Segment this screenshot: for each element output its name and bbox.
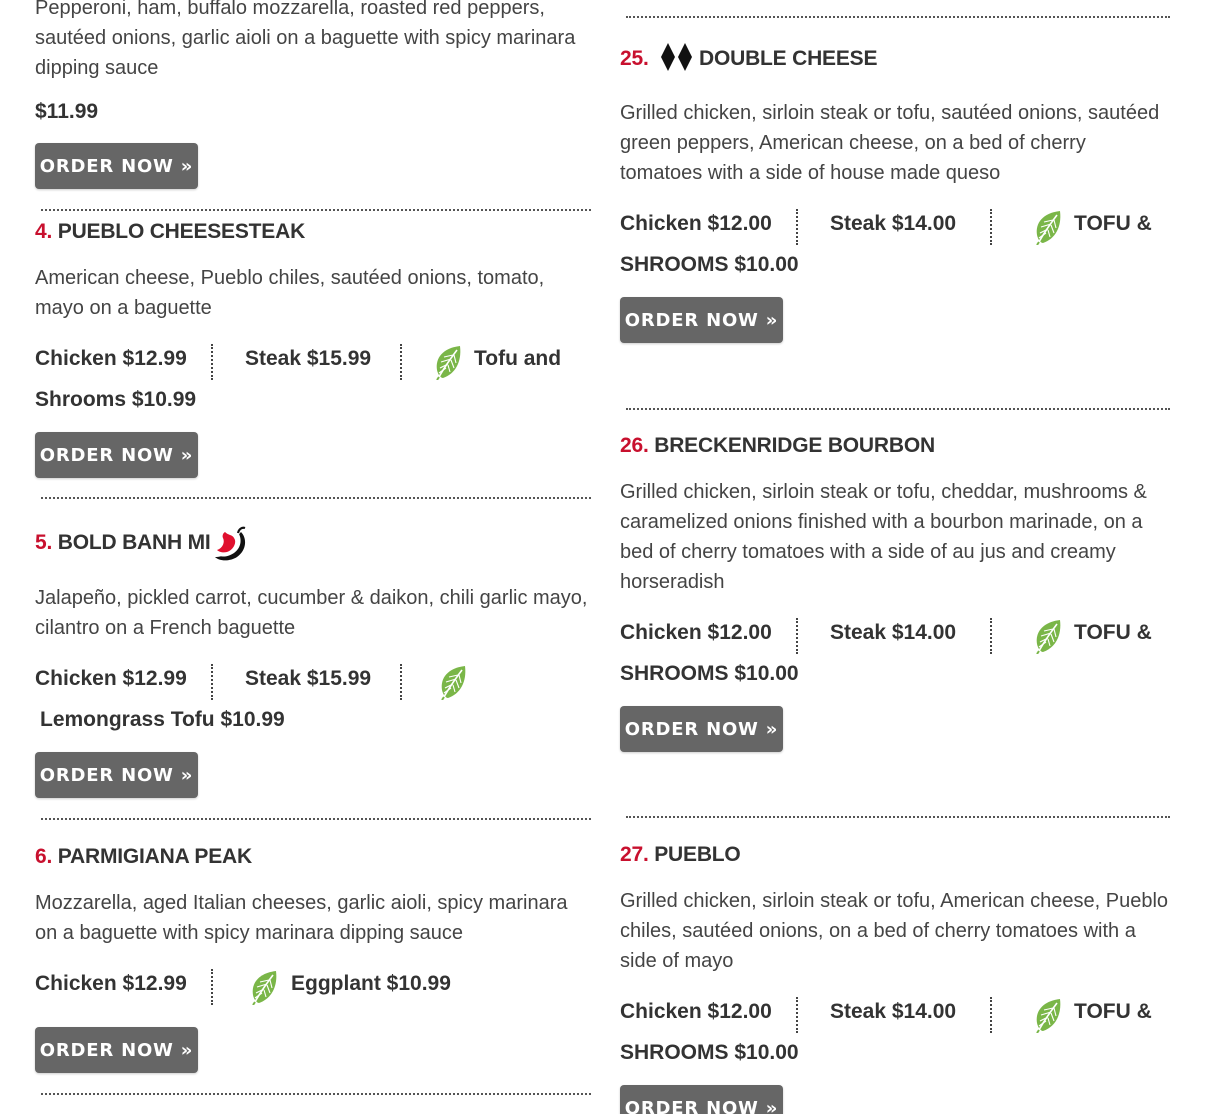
price-separator	[990, 209, 992, 245]
chicken-price: Chicken $12.00	[620, 1000, 772, 1023]
item-description: American cheese, Pueblo chiles, sautéed …	[35, 267, 545, 319]
order-now-button[interactable]: ORDER NOW »	[620, 1085, 783, 1114]
item-name: BOLD BANH MI	[57, 531, 211, 554]
vegetarian-leaf-icon	[1033, 209, 1063, 245]
price-separator	[796, 209, 798, 245]
price-separator	[796, 997, 798, 1033]
chicken-price: Chicken $12.99	[35, 667, 187, 690]
price-separator	[211, 344, 213, 380]
price-separator	[400, 664, 402, 700]
item-number: 26.	[620, 434, 649, 457]
steak-price: Steak $14.00	[830, 1000, 957, 1023]
price-separator	[990, 618, 992, 654]
vegetarian-price: Lemongrass Tofu $10.99	[40, 708, 285, 731]
steak-price: Steak $14.00	[830, 621, 957, 644]
item-number: 6.	[35, 845, 53, 868]
divider	[626, 408, 1170, 410]
price-separator	[211, 969, 213, 1005]
order-now-button[interactable]: ORDER NOW »	[35, 752, 198, 798]
vegetarian-leaf-icon	[433, 344, 463, 380]
item-description: Jalapeño, pickled carrot, cucumber & dai…	[35, 587, 588, 639]
chicken-price: Chicken $12.00	[620, 212, 772, 235]
item-title: 26. BRECKENRIDGE BOURBON	[620, 434, 935, 458]
vegetarian-price: Tofu and	[474, 347, 562, 370]
item-number: 4.	[35, 220, 53, 243]
chili-pepper-icon	[215, 526, 246, 561]
vegetarian-leaf-icon	[438, 664, 468, 700]
item-price: $11.99	[35, 100, 99, 123]
item-name: PUEBLO	[654, 843, 741, 866]
order-now-button[interactable]: ORDER NOW »	[35, 1027, 198, 1073]
order-now-button[interactable]: ORDER NOW »	[35, 432, 198, 478]
price-separator	[400, 344, 402, 380]
vegetarian-price: TOFU &	[1074, 1000, 1152, 1023]
divider	[626, 16, 1170, 18]
item-number: 27.	[620, 843, 649, 866]
price-separator	[990, 997, 992, 1033]
item-number: 5.	[35, 531, 53, 554]
item-name: DOUBLE CHEESE	[699, 47, 878, 70]
vegetarian-price: SHROOMS $10.00	[620, 662, 799, 685]
steak-price: Steak $14.00	[830, 212, 957, 235]
steak-price: Steak $15.99	[245, 667, 372, 690]
vegetarian-price: SHROOMS $10.00	[620, 253, 799, 276]
item-name: BRECKENRIDGE BOURBON	[654, 434, 935, 457]
divider	[41, 1093, 591, 1095]
item-description: Mozzarella, aged Italian cheeses, garlic…	[35, 892, 568, 944]
item-description: Grilled chicken, sirloin steak or tofu, …	[620, 481, 1147, 593]
item-name: PARMIGIANA PEAK	[57, 845, 252, 868]
price-separator	[211, 664, 213, 700]
item-number: 25.	[620, 47, 649, 70]
divider	[41, 818, 591, 820]
vegetarian-price: Eggplant $10.99	[291, 972, 451, 995]
chicken-price: Chicken $12.99	[35, 972, 187, 995]
vegetarian-leaf-icon	[249, 969, 279, 1005]
item-description: Grilled chicken, sirloin steak or tofu, …	[620, 890, 1169, 972]
divider	[41, 209, 591, 211]
vegetarian-price: TOFU &	[1074, 621, 1152, 644]
item-title: 27. PUEBLO	[620, 843, 741, 867]
price-separator	[796, 618, 798, 654]
vegetarian-price: TOFU &	[1074, 212, 1152, 235]
order-now-button[interactable]: ORDER NOW »	[35, 143, 198, 189]
chicken-price: Chicken $12.99	[35, 347, 187, 370]
vegetarian-price: SHROOMS $10.00	[620, 1041, 799, 1064]
chicken-price: Chicken $12.00	[620, 621, 772, 644]
double-diamond-icon	[661, 43, 692, 71]
vegetarian-price: Shrooms $10.99	[35, 388, 197, 411]
vegetarian-leaf-icon	[1033, 997, 1063, 1033]
item-name: PUEBLO CHEESESTEAK	[57, 220, 306, 243]
item-title: 6. PARMIGIANA PEAK	[35, 845, 252, 869]
divider	[41, 497, 591, 499]
item-title: 5. BOLD BANH MI	[35, 531, 211, 555]
item-description: Pepperoni, ham, buffalo mozzarella, roas…	[35, 0, 576, 79]
order-now-button[interactable]: ORDER NOW »	[620, 297, 783, 343]
divider	[626, 816, 1170, 818]
item-title: 4. PUEBLO CHEESESTEAK	[35, 220, 305, 244]
steak-price: Steak $15.99	[245, 347, 372, 370]
vegetarian-leaf-icon	[1033, 618, 1063, 654]
item-description: Grilled chicken, sirloin steak or tofu, …	[620, 102, 1160, 184]
item-title: 25.	[620, 47, 649, 71]
order-now-button[interactable]: ORDER NOW »	[620, 706, 783, 752]
